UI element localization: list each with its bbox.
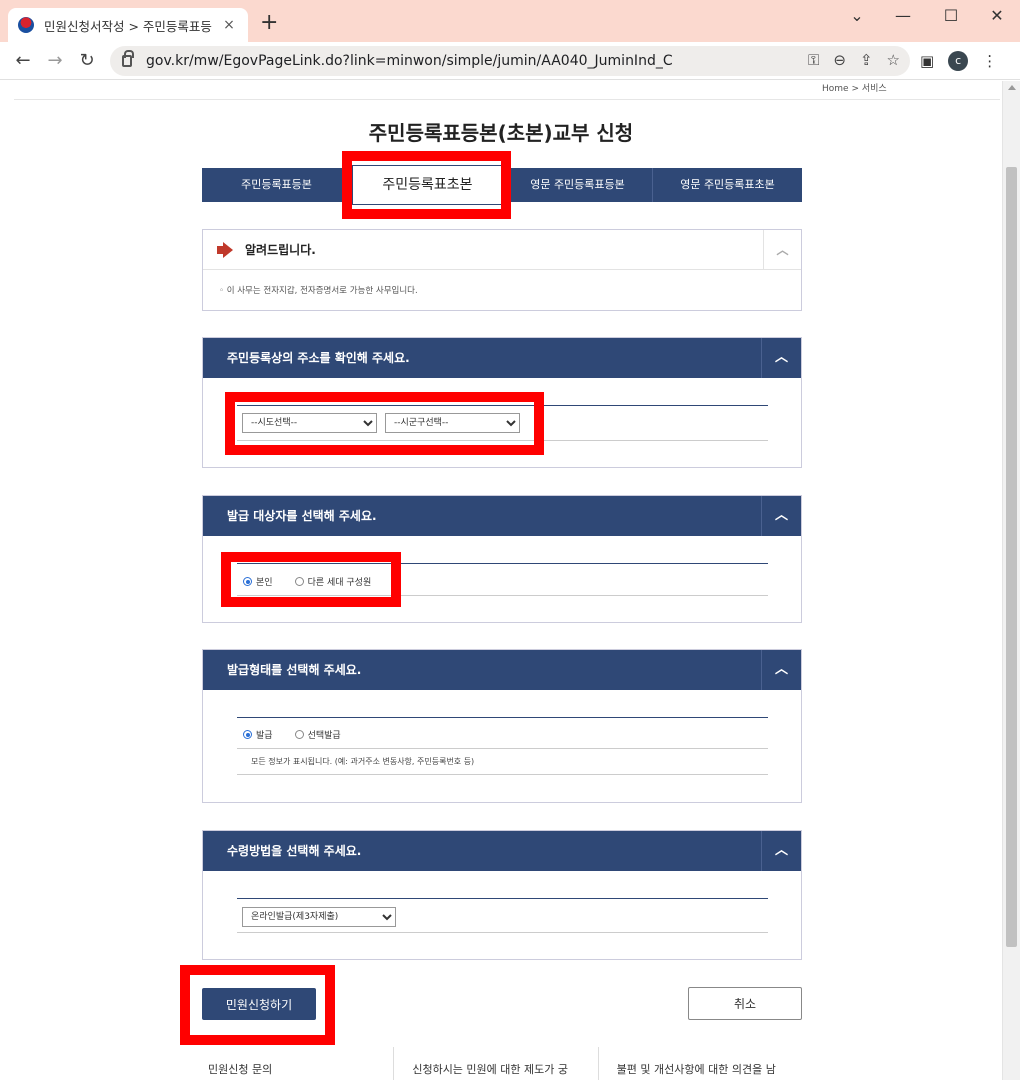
side-panel-icon[interactable]: ▣ bbox=[920, 52, 934, 70]
back-icon[interactable]: ← bbox=[12, 50, 34, 72]
zoom-icon[interactable]: ⊖ bbox=[833, 51, 846, 69]
address-bar[interactable]: gov.kr/mw/EgovPageLink.do?link=minwon/si… bbox=[110, 46, 910, 76]
radio-issue-full-label[interactable]: 발급 bbox=[256, 728, 273, 741]
receive-method-panel-title: 수령방법을 선택해 주세요. bbox=[227, 844, 362, 858]
radio-other-member-label[interactable]: 다른 세대 구성원 bbox=[308, 575, 372, 588]
scroll-thumb[interactable] bbox=[1006, 167, 1017, 947]
menu-icon[interactable]: ⋮ bbox=[982, 52, 997, 70]
star-icon[interactable]: ☆ bbox=[887, 51, 900, 69]
browser-tab[interactable]: 민원신청서작성 > 주민등록표등 × bbox=[8, 8, 248, 42]
tab-resident-register-copy[interactable]: 주민등록표등본 bbox=[202, 168, 352, 202]
notice-text: ◦ 이 사무는 전자지갑, 전자증명서로 가능한 사무입니다. bbox=[219, 286, 418, 296]
close-window-button[interactable]: ✕ bbox=[974, 6, 1020, 26]
radio-self-label[interactable]: 본인 bbox=[256, 575, 273, 588]
gov-favicon-icon bbox=[18, 17, 34, 33]
cancel-button[interactable]: 취소 bbox=[688, 987, 802, 1020]
target-radio-row: 본인 다른 세대 구성원 bbox=[237, 563, 768, 596]
megaphone-icon bbox=[217, 242, 237, 258]
chevron-up-icon[interactable]: ︿ bbox=[761, 338, 801, 378]
target-panel-title: 발급 대상자를 선택해 주세요. bbox=[227, 509, 377, 523]
tab-title: 민원신청서작성 > 주민등록표등 bbox=[44, 18, 212, 34]
tab-search-icon[interactable]: ⌄ bbox=[834, 6, 880, 26]
new-tab-button[interactable]: + bbox=[260, 12, 278, 34]
chevron-up-icon[interactable]: ︿ bbox=[761, 650, 801, 690]
url-text[interactable]: gov.kr/mw/EgovPageLink.do?link=minwon/si… bbox=[146, 53, 673, 69]
radio-issue-selective-label[interactable]: 선택발급 bbox=[308, 728, 341, 741]
breadcrumb[interactable]: Home > 서비스 bbox=[822, 81, 887, 94]
browser-toolbar: ← → ↻ gov.kr/mw/EgovPageLink.do?link=min… bbox=[0, 42, 1020, 80]
sido-select[interactable]: --시도선택-- bbox=[242, 413, 377, 433]
tab-close-icon[interactable]: × bbox=[220, 17, 238, 33]
page-scrollbar[interactable] bbox=[1002, 81, 1020, 1080]
submit-application-button[interactable]: 민원신청하기 bbox=[202, 988, 316, 1020]
maximize-button[interactable]: ☐ bbox=[928, 6, 974, 26]
tab-resident-register-abstract[interactable]: 주민등록표초본 bbox=[352, 165, 503, 205]
receive-method-panel: 수령방법을 선택해 주세요. ︿ 온라인발급(제3자제출) bbox=[202, 830, 802, 960]
tab-english-register-copy[interactable]: 영문 주민등록표등본 bbox=[503, 168, 653, 202]
issue-form-panel: 발급형태를 선택해 주세요. ︿ 발급 선택발급 모든 정보가 표시됩니다. (… bbox=[202, 649, 802, 803]
profile-avatar[interactable]: c bbox=[948, 51, 969, 71]
document-type-tabs: 주민등록표등본 주민등록표초본 영문 주민등록표등본 영문 주민등록표초본 bbox=[202, 165, 802, 205]
address-panel: 주민등록상의 주소를 확인해 주세요. ︿ --시도선택-- --시군구선택-- bbox=[202, 337, 802, 468]
target-panel: 발급 대상자를 선택해 주세요. ︿ 본인 다른 세대 구성원 bbox=[202, 495, 802, 623]
address-select-row: --시도선택-- --시군구선택-- bbox=[237, 405, 768, 441]
radio-issue-full[interactable] bbox=[243, 730, 252, 739]
tab-english-register-abstract[interactable]: 영문 주민등록표초본 bbox=[653, 168, 802, 202]
radio-issue-selective[interactable] bbox=[294, 730, 304, 739]
address-panel-title: 주민등록상의 주소를 확인해 주세요. bbox=[227, 351, 410, 365]
key-icon[interactable]: ⚿ bbox=[808, 51, 819, 69]
footer-system-info[interactable]: 신청하시는 민원에 대한 제도가 궁 bbox=[393, 1047, 597, 1080]
issue-form-note: 모든 정보가 표시됩니다. (예: 과거주소 변동사항, 주민등록번호 등) bbox=[251, 757, 475, 766]
forward-icon[interactable]: → bbox=[44, 50, 66, 72]
chevron-up-icon[interactable]: ︿ bbox=[761, 496, 801, 536]
scroll-up-arrow-icon[interactable] bbox=[1008, 85, 1016, 90]
issue-form-panel-title: 발급형태를 선택해 주세요. bbox=[227, 663, 362, 677]
browser-titlebar: 민원신청서작성 > 주민등록표등 × + ⌄ — ☐ ✕ bbox=[0, 0, 1020, 42]
minimize-button[interactable]: — bbox=[880, 6, 926, 26]
footer-feedback[interactable]: 불편 및 개선사항에 대한 의견을 남 bbox=[597, 1047, 802, 1080]
radio-self[interactable] bbox=[243, 577, 252, 586]
breadcrumb-divider bbox=[14, 99, 1000, 100]
receive-method-select[interactable]: 온라인발급(제3자제출) bbox=[242, 907, 396, 927]
radio-other-member[interactable] bbox=[294, 577, 304, 586]
page-title: 주민등록표등본(초본)교부 신청 bbox=[368, 121, 634, 145]
row-divider bbox=[237, 748, 768, 749]
receive-method-row: 온라인발급(제3자제출) bbox=[237, 898, 768, 933]
lock-icon[interactable] bbox=[122, 50, 134, 67]
issue-form-row: 발급 선택발급 모든 정보가 표시됩니다. (예: 과거주소 변동사항, 주민등… bbox=[237, 717, 768, 775]
page-viewport: Home > 서비스 주민등록표등본(초본)교부 신청 주민등록표등본 주민등록… bbox=[0, 81, 1002, 1080]
notice-title: 알려드립니다. bbox=[245, 243, 316, 257]
notice-box: 알려드립니다. ︿ ◦ 이 사무는 전자지갑, 전자증명서로 가능한 사무입니다… bbox=[202, 229, 802, 311]
chevron-up-icon[interactable]: ︿ bbox=[763, 230, 801, 270]
chevron-up-icon[interactable]: ︿ bbox=[761, 831, 801, 871]
footer-inquiry[interactable]: 민원신청 문의 bbox=[190, 1047, 393, 1080]
reload-icon[interactable]: ↻ bbox=[76, 50, 98, 72]
footer-info: 민원신청 문의 신청하시는 민원에 대한 제도가 궁 불편 및 개선사항에 대한… bbox=[190, 1047, 802, 1080]
sigungu-select[interactable]: --시군구선택-- bbox=[385, 413, 520, 433]
share-icon[interactable]: ⇪ bbox=[860, 51, 873, 69]
